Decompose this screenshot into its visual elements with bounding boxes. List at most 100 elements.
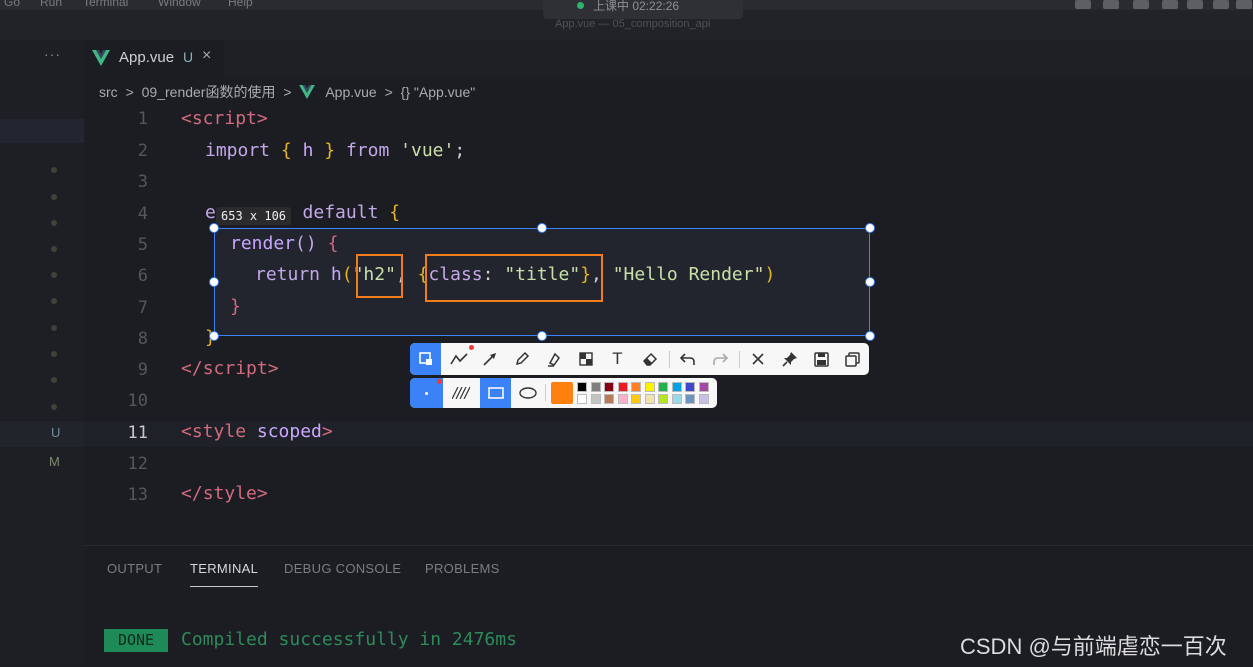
git-untracked-badge: U (51, 425, 61, 440)
annotation-rect[interactable] (425, 254, 603, 302)
color-swatch[interactable] (577, 394, 587, 404)
code-line-13[interactable]: </style> (181, 483, 268, 504)
save-icon[interactable] (806, 343, 837, 375)
menu-help[interactable]: Help (228, 0, 253, 9)
tab-terminal[interactable]: TERMINAL (190, 561, 258, 576)
resize-handle[interactable] (537, 331, 547, 341)
tab-problems[interactable]: PROBLEMS (425, 561, 500, 576)
code-line-2[interactable]: import { h } from 'vue'; (205, 140, 465, 161)
fill-pattern-icon[interactable] (443, 378, 478, 408)
tray-menu-icon[interactable] (1236, 0, 1252, 9)
line-number: 7 (137, 298, 148, 318)
redo-icon[interactable] (704, 343, 735, 375)
color-swatch[interactable] (671, 394, 682, 404)
tray-p-icon[interactable] (1103, 0, 1119, 9)
marker-icon[interactable] (538, 343, 569, 375)
color-swatch[interactable] (685, 382, 695, 392)
more-actions-icon[interactable]: ··· (44, 46, 61, 62)
code-line-1[interactable]: <script> (181, 108, 268, 129)
color-swatch[interactable] (658, 382, 668, 392)
tab-bar: App.vue U × (84, 40, 1253, 77)
tray-circle-icon[interactable] (1133, 0, 1149, 9)
resize-handle[interactable] (209, 331, 219, 341)
color-swatch[interactable] (590, 382, 601, 392)
color-swatch[interactable] (617, 382, 628, 392)
pencil-icon[interactable] (506, 343, 537, 375)
color-swatch[interactable] (631, 394, 641, 404)
breadcrumb-symbol[interactable]: {} "App.vue" (401, 84, 476, 100)
color-swatch[interactable] (590, 394, 601, 404)
line-number-current: 11 (127, 423, 148, 443)
selected-color-swatch[interactable] (551, 382, 573, 404)
breadcrumb-folder[interactable]: 09_render函数的使用 (142, 84, 276, 100)
resize-handle[interactable] (537, 223, 547, 233)
recording-indicator[interactable]: 上课中 02:22:26 (543, 0, 743, 19)
line-number: 10 (127, 391, 148, 411)
tray-screen-icon[interactable] (1075, 0, 1091, 9)
git-dot-icon (51, 325, 57, 331)
code-token: ) (764, 264, 776, 285)
terminal-output: Compiled successfully in 2476ms (181, 629, 517, 650)
breadcrumb-file[interactable]: App.vue (325, 84, 376, 100)
text-icon[interactable]: T (602, 343, 633, 375)
tray-grid-icon[interactable] (1187, 0, 1203, 9)
close-icon[interactable]: × (202, 47, 211, 65)
tab-untracked-badge: U (183, 49, 194, 65)
tray-cloud-icon[interactable] (1213, 0, 1229, 9)
recording-status: 上课中 02:22:26 (593, 0, 680, 13)
active-indicator-icon (437, 379, 442, 384)
tab-debug-console[interactable]: DEBUG CONSOLE (284, 561, 401, 576)
code-token: > (256, 483, 268, 504)
tab-output[interactable]: OUTPUT (107, 561, 162, 576)
resize-handle[interactable] (865, 277, 875, 287)
color-swatch[interactable] (644, 394, 655, 404)
ellipse-shape-icon[interactable] (512, 378, 543, 408)
copy-icon[interactable] (837, 343, 868, 375)
color-swatch[interactable] (631, 382, 641, 392)
code-token: e (205, 202, 216, 223)
mosaic-icon[interactable] (570, 343, 601, 375)
pin-icon[interactable] (774, 343, 805, 375)
menu-terminal[interactable]: Terminal (83, 0, 128, 9)
menu-run[interactable]: Run (40, 0, 62, 9)
recording-dot-icon (577, 2, 584, 9)
breadcrumb-src[interactable]: src (99, 84, 118, 100)
menu-go[interactable]: Go (4, 0, 20, 9)
vue-logo-icon (299, 85, 316, 99)
resize-handle[interactable] (209, 223, 219, 233)
code-line-11[interactable]: <style scoped> (181, 421, 333, 442)
rectangle-shape-icon[interactable] (480, 378, 511, 408)
resize-handle[interactable] (865, 223, 875, 233)
color-swatch[interactable] (577, 382, 587, 392)
menu-window[interactable]: Window (158, 0, 201, 9)
color-swatch[interactable] (617, 394, 628, 404)
color-swatch[interactable] (604, 394, 614, 404)
resize-handle[interactable] (865, 331, 875, 341)
eraser-icon[interactable] (634, 343, 665, 375)
rectangle-select-icon[interactable] (410, 343, 441, 375)
color-swatch[interactable] (671, 382, 682, 392)
code-line-5[interactable]: render() { (230, 233, 338, 254)
code-token: style (202, 483, 257, 504)
color-swatch[interactable] (644, 382, 655, 392)
tab-app-vue[interactable]: App.vue U × (84, 40, 224, 77)
breadcrumb-separator: > (125, 84, 134, 100)
color-swatch[interactable] (685, 394, 695, 404)
arrow-icon[interactable] (474, 343, 505, 375)
toolbar-divider (545, 384, 546, 401)
tray-app-icon[interactable] (1162, 0, 1178, 9)
tab-label: App.vue (119, 49, 175, 66)
annotation-rect[interactable] (356, 254, 403, 298)
git-dot-icon (51, 377, 57, 383)
code-token: } (324, 140, 336, 161)
code-token: { (389, 202, 401, 223)
color-swatch[interactable] (658, 394, 668, 404)
color-swatch[interactable] (698, 382, 709, 392)
code-line-9[interactable]: </script> (181, 358, 279, 379)
undo-icon[interactable] (672, 343, 703, 375)
cancel-icon[interactable] (742, 343, 773, 375)
color-swatch[interactable] (604, 382, 614, 392)
color-swatch[interactable] (698, 394, 709, 404)
code-line-7[interactable]: } (230, 296, 241, 317)
resize-handle[interactable] (209, 277, 219, 287)
